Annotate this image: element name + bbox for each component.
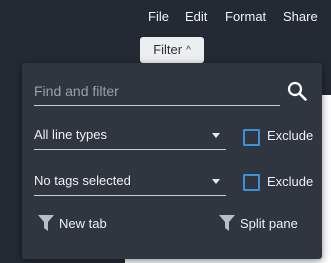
- line-types-select[interactable]: All line types: [34, 123, 226, 150]
- new-tab-button[interactable]: New tab: [38, 213, 107, 233]
- filter-funnel-icon: [38, 215, 54, 231]
- caret-up-icon: ^: [186, 45, 191, 56]
- new-tab-label: New tab: [59, 215, 107, 231]
- menu-file[interactable]: File: [148, 9, 169, 24]
- split-pane-label: Split pane: [240, 215, 298, 231]
- exclude-tags-checkbox[interactable]: [243, 174, 260, 191]
- menu-format[interactable]: Format: [225, 9, 266, 24]
- tags-select[interactable]: No tags selected: [34, 169, 226, 196]
- tags-value: No tags selected: [34, 173, 131, 188]
- search-input[interactable]: [34, 79, 280, 103]
- dropdown-arrow-icon: [212, 133, 220, 138]
- exclude-line-types-label[interactable]: Exclude: [267, 128, 313, 143]
- search-icon[interactable]: [286, 80, 308, 102]
- menu-edit[interactable]: Edit: [185, 9, 207, 24]
- split-pane-button[interactable]: Split pane: [219, 213, 298, 233]
- filter-panel: All line types Exclude No tags selected …: [22, 63, 322, 259]
- search-field: [34, 79, 280, 106]
- exclude-line-types-checkbox[interactable]: [243, 129, 260, 146]
- filter-button[interactable]: Filter ^: [140, 37, 204, 63]
- filter-funnel-icon: [219, 215, 235, 231]
- exclude-tags-label[interactable]: Exclude: [267, 174, 313, 189]
- menu-bar: File Edit Format Share: [0, 0, 331, 34]
- dropdown-arrow-icon: [212, 179, 220, 184]
- menu-share[interactable]: Share: [283, 9, 318, 24]
- filter-button-label: Filter: [153, 42, 183, 57]
- line-types-value: All line types: [34, 127, 107, 142]
